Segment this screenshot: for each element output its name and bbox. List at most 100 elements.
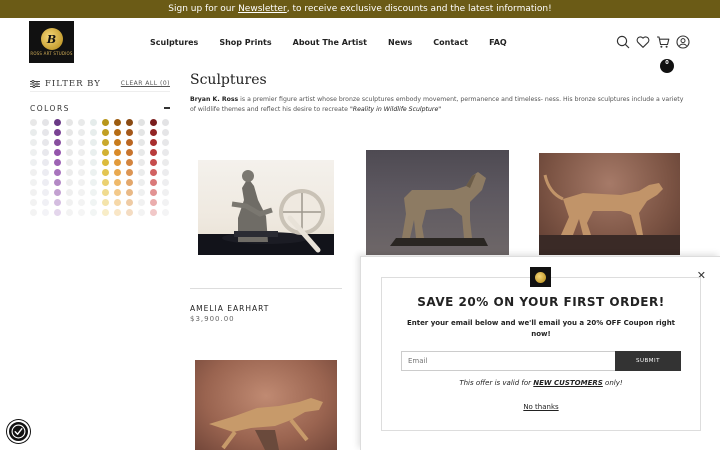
color-swatch[interactable] [90,129,97,136]
clear-all-link[interactable]: CLEAR ALL (0) [121,80,170,87]
color-swatch[interactable] [54,209,61,216]
heart-icon[interactable] [636,34,650,48]
color-swatch[interactable] [150,139,157,146]
color-swatch[interactable] [126,169,133,176]
color-swatch[interactable] [138,149,145,156]
color-swatch[interactable] [150,129,157,136]
color-swatch[interactable] [114,129,121,136]
color-swatch[interactable] [78,189,85,196]
color-swatch[interactable] [42,209,49,216]
cart-icon[interactable]: 0 [656,34,674,73]
color-swatch[interactable] [90,119,97,126]
collapse-icon[interactable] [164,107,170,109]
color-swatch[interactable] [138,199,145,206]
color-swatch[interactable] [90,169,97,176]
color-swatch[interactable] [54,129,61,136]
color-swatch[interactable] [90,189,97,196]
site-logo[interactable]: B ROSS ART STUDIOS [29,21,74,63]
color-swatch[interactable] [162,149,169,156]
color-swatch[interactable] [90,149,97,156]
product-image-amelia-earhart[interactable] [198,160,334,255]
color-swatch[interactable] [126,159,133,166]
colors-filter-header[interactable]: COLORS [30,102,170,114]
color-swatch[interactable] [162,199,169,206]
nav-faq[interactable]: FAQ [489,38,507,47]
color-swatch[interactable] [162,129,169,136]
product-image-running-cheetah[interactable] [195,360,337,450]
color-swatch[interactable] [102,189,109,196]
color-swatch[interactable] [66,139,73,146]
color-swatch[interactable] [30,119,37,126]
color-swatch[interactable] [162,139,169,146]
color-swatch[interactable] [102,179,109,186]
color-swatch[interactable] [138,169,145,176]
color-swatch[interactable] [150,119,157,126]
color-swatch[interactable] [30,139,37,146]
color-swatch[interactable] [150,169,157,176]
color-swatch[interactable] [66,129,73,136]
color-swatch[interactable] [126,189,133,196]
color-swatch[interactable] [54,169,61,176]
color-swatch[interactable] [54,189,61,196]
color-swatch[interactable] [78,179,85,186]
color-swatch[interactable] [102,119,109,126]
accessibility-button[interactable] [7,420,30,443]
nav-sculptures[interactable]: Sculptures [150,38,198,47]
color-swatch[interactable] [126,199,133,206]
color-swatch[interactable] [42,119,49,126]
product-name[interactable]: AMELIA EARHART [190,304,269,313]
color-swatch[interactable] [126,149,133,156]
product-image-horse[interactable] [366,150,509,255]
color-swatch[interactable] [78,149,85,156]
email-input[interactable] [401,351,616,371]
submit-button[interactable]: SUBMIT [615,351,681,371]
color-swatch[interactable] [30,149,37,156]
color-swatch[interactable] [162,169,169,176]
color-swatch[interactable] [54,119,61,126]
color-swatch[interactable] [114,149,121,156]
color-swatch[interactable] [102,139,109,146]
newsletter-link[interactable]: Newsletter [238,4,287,14]
color-swatch[interactable] [138,119,145,126]
color-swatch[interactable] [66,179,73,186]
color-swatch[interactable] [30,129,37,136]
color-swatch[interactable] [138,139,145,146]
nav-about-the-artist[interactable]: About The Artist [293,38,367,47]
color-swatch[interactable] [78,199,85,206]
color-swatch[interactable] [66,199,73,206]
color-swatch[interactable] [150,159,157,166]
color-swatch[interactable] [42,159,49,166]
color-swatch[interactable] [90,139,97,146]
color-swatch[interactable] [78,119,85,126]
color-swatch[interactable] [126,129,133,136]
color-swatch[interactable] [114,189,121,196]
color-swatch[interactable] [138,179,145,186]
color-swatch[interactable] [162,159,169,166]
color-swatch[interactable] [102,149,109,156]
color-swatch[interactable] [66,119,73,126]
color-swatch[interactable] [162,189,169,196]
color-swatch[interactable] [30,159,37,166]
color-swatch[interactable] [78,139,85,146]
color-swatch[interactable] [162,119,169,126]
color-swatch[interactable] [42,189,49,196]
color-swatch[interactable] [150,199,157,206]
color-swatch[interactable] [138,189,145,196]
color-swatch[interactable] [114,119,121,126]
color-swatch[interactable] [114,169,121,176]
color-swatch[interactable] [138,159,145,166]
color-swatch[interactable] [66,159,73,166]
color-swatch[interactable] [90,209,97,216]
color-swatch[interactable] [54,149,61,156]
color-swatch[interactable] [90,159,97,166]
color-swatch[interactable] [54,159,61,166]
color-swatch[interactable] [126,119,133,126]
color-swatch[interactable] [78,129,85,136]
color-swatch[interactable] [114,199,121,206]
color-swatch[interactable] [114,179,121,186]
color-swatch[interactable] [102,199,109,206]
color-swatch[interactable] [30,199,37,206]
color-swatch[interactable] [42,149,49,156]
color-swatch[interactable] [66,149,73,156]
color-swatch[interactable] [42,199,49,206]
